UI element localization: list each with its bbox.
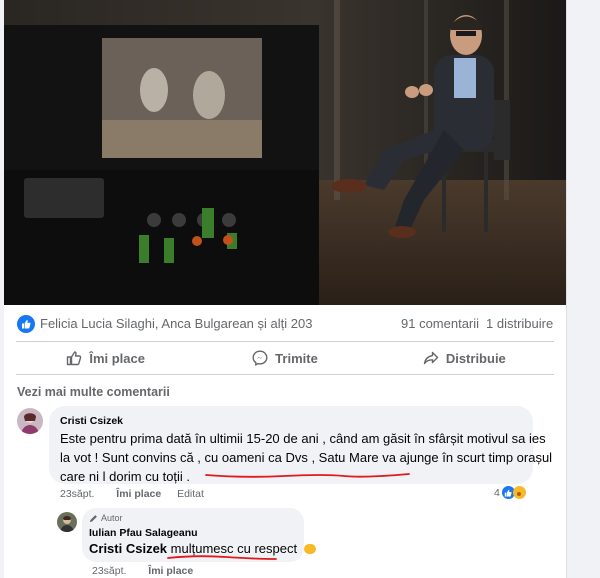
comment-text-line: Este pentru prima dată în ultimii 15-20 …	[60, 431, 546, 446]
post-actions-bar: Îmi place Trimite Distribuie	[16, 342, 554, 374]
divider	[16, 374, 554, 375]
page-background	[567, 0, 600, 578]
avatar[interactable]	[57, 512, 77, 532]
author-badge-label: Autor	[101, 513, 123, 523]
send-button[interactable]: Trimite	[195, 342, 374, 374]
reactions-summary[interactable]: Felicia Lucia Silaghi, Anca Bulgarean și…	[40, 316, 312, 331]
share-arrow-icon	[423, 351, 439, 365]
send-label: Trimite	[275, 350, 318, 366]
avatar[interactable]	[17, 408, 43, 434]
comment-meta: 23săpt. Îmi place Editat	[60, 488, 204, 500]
comment-edited-label: Editat	[177, 488, 204, 500]
thumbs-up-icon	[67, 351, 82, 366]
shares-count[interactable]: 1 distribuire	[486, 316, 553, 331]
red-underline-annotation	[167, 555, 277, 560]
wow-reaction-icon	[512, 486, 526, 499]
post-stats-bar: Felicia Lucia Silaghi, Anca Bulgarean și…	[4, 305, 566, 341]
like-button[interactable]: Îmi place	[16, 342, 195, 374]
red-underline-annotation	[205, 473, 410, 478]
messenger-icon	[252, 350, 268, 366]
reply-author[interactable]: Iulian Pfau Salageanu	[89, 527, 198, 539]
comment-author[interactable]: Cristi Csizek	[60, 415, 123, 427]
comment-reactions[interactable]: 4	[494, 486, 526, 499]
pencil-icon	[89, 514, 97, 522]
reply-like-link[interactable]: Îmi place	[148, 565, 193, 577]
post-photo[interactable]	[4, 0, 566, 305]
reaction-count: 4	[494, 486, 500, 499]
share-label: Distribuie	[445, 350, 506, 366]
comment-time[interactable]: 23săpt.	[60, 488, 94, 500]
reply-time[interactable]: 23săpt.	[92, 565, 126, 577]
post-card: Felicia Lucia Silaghi, Anca Bulgarean și…	[4, 0, 567, 578]
reply-meta: 23săpt. Îmi place	[92, 565, 193, 577]
comment-text-line: care ni l dorim cu toții .	[60, 469, 191, 484]
view-more-comments-link[interactable]: Vezi mai multe comentarii	[17, 385, 170, 399]
share-button[interactable]: Distribuie	[375, 342, 554, 374]
handshake-emoji-icon	[303, 544, 316, 554]
like-reaction-icon[interactable]	[17, 315, 35, 333]
studio-scene-image	[4, 0, 566, 305]
author-badge: Autor	[89, 513, 123, 523]
comments-count[interactable]: 91 comentarii	[401, 316, 479, 331]
comment-like-link[interactable]: Îmi place	[116, 488, 161, 500]
comment-text-line: la vot ! Sunt convins că , cu oameni ca …	[60, 450, 553, 465]
mention-link[interactable]: Cristi Csizek	[89, 541, 167, 556]
like-label: Îmi place	[89, 350, 145, 366]
